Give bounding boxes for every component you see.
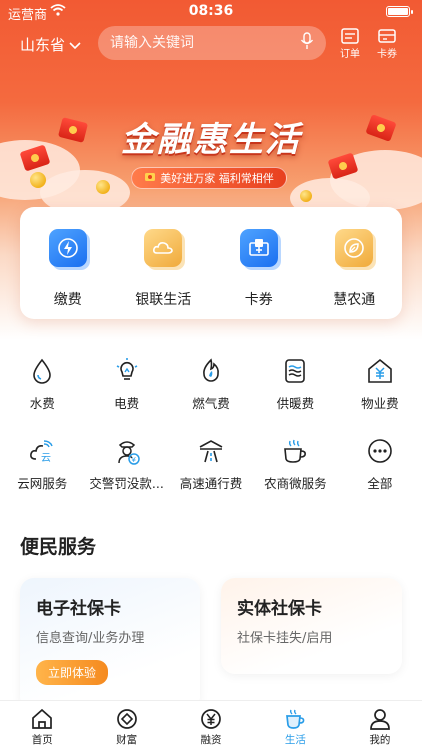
svg-text:¥: ¥ [131, 456, 136, 464]
service-label: 供暖费 [276, 396, 315, 411]
quick-action-unionpay-life[interactable]: 银联生活 [116, 207, 212, 319]
microphone-icon[interactable] [300, 32, 314, 54]
order-list-icon [333, 28, 367, 44]
quick-action-label: 银联生活 [135, 292, 192, 308]
card-title: 电子社保卡 [36, 599, 121, 619]
tab-mine[interactable]: 我的 [338, 701, 422, 750]
service-label: 水费 [29, 396, 55, 411]
coin-icon [300, 190, 312, 202]
heating-icon [253, 357, 337, 385]
region-label: 山东省 [20, 36, 66, 54]
service-label: 电费 [114, 396, 140, 411]
flame-icon [169, 357, 253, 385]
service-all[interactable]: 全部 [338, 435, 422, 515]
service-label: 交警罚没款... [89, 476, 164, 491]
chevron-down-icon [69, 36, 81, 54]
tab-label: 生活 [284, 734, 306, 746]
e-social-security-card[interactable]: 电子社保卡 信息查询/业务办理 立即体验 [20, 578, 200, 710]
quick-action-label: 卡券 [244, 292, 273, 308]
tab-home[interactable]: 首页 [0, 701, 84, 750]
banner-subtitle-pill: 美好进万家 福利常相伴 [131, 167, 287, 189]
service-label: 燃气费 [192, 396, 230, 411]
tea-cup-icon [253, 437, 337, 465]
status-bar: 运营商 08:36 [0, 0, 422, 24]
coupon-icon [370, 28, 404, 44]
service-heating[interactable]: 供暖费 [253, 355, 337, 435]
orders-label: 订单 [340, 49, 360, 60]
card-title: 实体社保卡 [237, 599, 322, 619]
region-selector[interactable]: 山东省 [20, 34, 81, 55]
tab-label: 我的 [369, 734, 391, 746]
water-drop-icon [0, 357, 84, 385]
coin-icon [96, 180, 110, 194]
tab-label: 融资 [200, 734, 222, 746]
top-bar: 山东省 订单 卡券 [0, 26, 422, 62]
battery-icon [386, 6, 413, 17]
quick-action-payment[interactable]: 缴费 [20, 207, 116, 319]
tab-life[interactable]: 生活 [253, 701, 337, 750]
lightbulb-icon [84, 357, 168, 385]
service-label: 全部 [367, 476, 393, 491]
service-label: 农商微服务 [264, 476, 327, 491]
tab-financing[interactable]: 融资 [169, 701, 253, 750]
service-water[interactable]: 水费 [0, 355, 84, 435]
property-icon [338, 357, 422, 385]
service-cloud-network[interactable]: 云 云网服务 [0, 435, 84, 515]
more-icon [338, 437, 422, 465]
tab-label: 首页 [31, 734, 53, 746]
home-icon [0, 708, 84, 730]
quick-action-label: 缴费 [53, 292, 82, 308]
banner-subtitle: 美好进万家 福利常相伴 [160, 172, 274, 185]
quick-action-coupons[interactable]: 卡券 [211, 207, 307, 319]
service-electricity[interactable]: 电费 [84, 355, 168, 435]
physical-social-security-card[interactable]: 实体社保卡 社保卡挂失/启用 [221, 578, 402, 674]
card-subtitle: 信息查询/业务办理 [36, 631, 145, 646]
banner-title: 金融惠生活 [121, 120, 301, 160]
svg-text:云: 云 [41, 453, 51, 464]
coupons-label: 卡券 [377, 49, 397, 60]
coin-icon [30, 172, 46, 188]
red-envelope-small-icon [144, 172, 156, 185]
service-grid: 水费 电费 燃气费 供暖费 物业费 云 云网服务 ¥ 交警罚没款... 高速通行… [0, 355, 422, 515]
quick-actions-card: 缴费 银联生活 卡券 慧农通 [20, 207, 402, 319]
coffee-icon [253, 708, 337, 730]
bolt-icon [48, 229, 87, 267]
quick-action-label: 慧农通 [333, 292, 376, 308]
service-label: 高速通行费 [179, 476, 243, 491]
card-subtitle: 社保卡挂失/启用 [237, 631, 333, 646]
service-property[interactable]: 物业费 [338, 355, 422, 435]
try-now-button[interactable]: 立即体验 [36, 660, 109, 685]
yuan-icon [169, 708, 253, 730]
leaf-icon [335, 229, 374, 267]
coupons-button[interactable]: 卡券 [370, 28, 404, 60]
bottom-tab-bar: 首页 财富 融资 生活 我的 [0, 700, 422, 750]
search-input[interactable] [110, 35, 300, 51]
user-icon [338, 708, 422, 730]
ticket-icon [239, 229, 278, 267]
search-bar[interactable] [98, 26, 326, 60]
quick-action-huinongtong[interactable]: 慧农通 [307, 207, 403, 319]
toll-icon [169, 437, 253, 465]
service-traffic-fines[interactable]: ¥ 交警罚没款... [84, 435, 168, 515]
tab-label: 财富 [116, 734, 138, 746]
service-gas[interactable]: 燃气费 [169, 355, 253, 435]
service-label: 物业费 [361, 396, 399, 411]
tab-wealth[interactable]: 财富 [84, 701, 168, 750]
service-highway-toll[interactable]: 高速通行费 [169, 435, 253, 515]
police-icon: ¥ [84, 437, 168, 465]
service-rural-micro[interactable]: 农商微服务 [253, 435, 337, 515]
orders-button[interactable]: 订单 [333, 28, 367, 60]
wealth-icon [84, 708, 168, 730]
cloud-icon [144, 229, 183, 267]
cloud-wifi-icon: 云 [0, 437, 84, 465]
section-title: 便民服务 [20, 536, 97, 558]
service-label: 云网服务 [17, 476, 68, 491]
clock: 08:36 [188, 3, 234, 19]
